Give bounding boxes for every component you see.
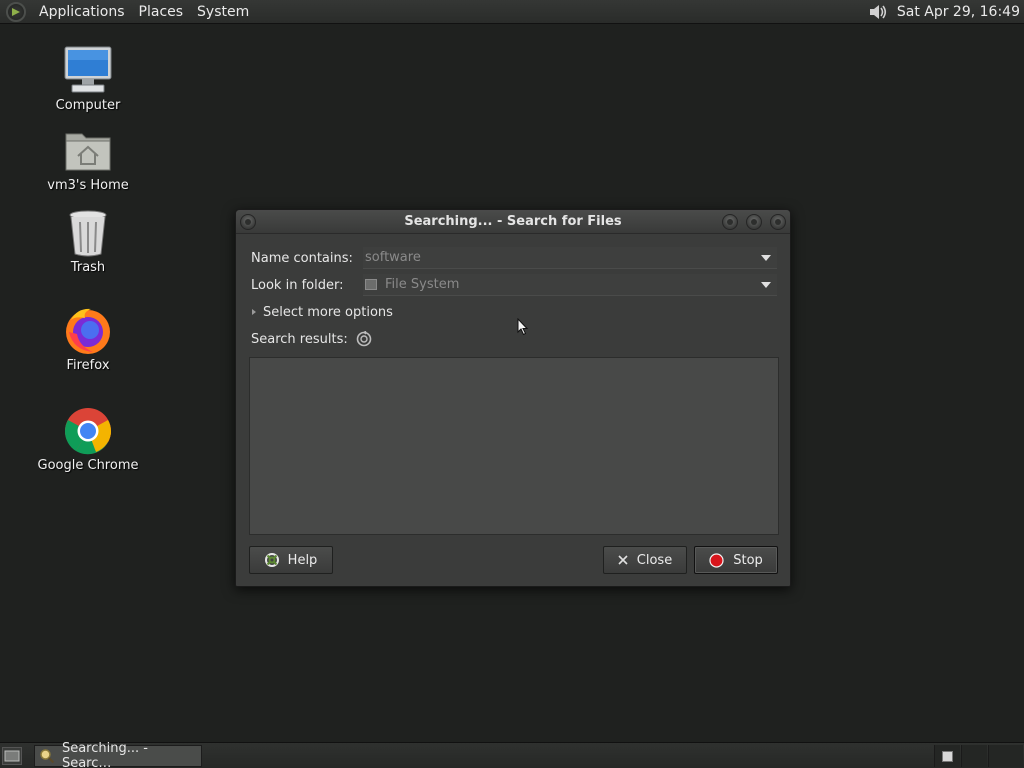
look-in-folder-combo[interactable]: File System [363, 274, 777, 296]
search-icon [40, 749, 55, 764]
stop-button-label: Stop [733, 552, 763, 568]
chrome-icon [64, 408, 111, 455]
workspace-window-icon [942, 751, 953, 762]
expander-arrow-icon[interactable] [252, 309, 256, 315]
search-results-list[interactable] [249, 357, 779, 535]
drive-icon [365, 279, 377, 290]
computer-icon [64, 46, 112, 93]
dialog-title: Searching... - Search for Files [404, 214, 622, 229]
chevron-down-icon[interactable] [761, 255, 771, 261]
more-options-label[interactable]: Select more options [263, 305, 393, 320]
desktop-icon-firefox[interactable]: Firefox [33, 306, 143, 373]
close-icon [618, 555, 628, 565]
desktop-icon-chrome[interactable]: Google Chrome [33, 406, 143, 473]
taskbar-item-label: Searching... - Searc… [61, 741, 148, 768]
top-menu: Applications Places System [0, 0, 256, 24]
minimize-icon[interactable] [722, 214, 738, 230]
look-in-folder-label: Look in folder: [251, 277, 344, 293]
desktop-icon-computer[interactable]: Computer [33, 44, 143, 113]
help-button-label: Help [287, 552, 318, 568]
name-row: Name contains: software [251, 247, 777, 269]
window-menu-icon[interactable] [240, 214, 256, 230]
desktop-icon-label: Computer [55, 98, 121, 113]
top-panel: Applications Places System Sat Apr 29, 1… [0, 0, 1024, 24]
stop-icon [709, 552, 724, 568]
taskbar-item-search[interactable]: Searching... - Searc… [34, 741, 202, 768]
menu-applications[interactable]: Applications [32, 0, 132, 24]
look-in-folder-value: File System [385, 277, 460, 292]
spinner-icon [356, 331, 372, 347]
firefox-icon [66, 308, 110, 354]
menu-system[interactable]: System [190, 0, 256, 24]
desktop-icon-label: vm3's Home [47, 178, 129, 193]
clock[interactable]: Sat Apr 29, 16:49 [897, 4, 1024, 20]
menu-places[interactable]: Places [132, 0, 191, 24]
stop-button[interactable]: Stop [694, 546, 778, 574]
volume-icon[interactable] [867, 1, 889, 23]
help-icon [264, 553, 279, 567]
results-label-row: Search results: [251, 329, 372, 349]
help-button[interactable]: Help [249, 546, 333, 574]
desktop-icon-label: Firefox [66, 358, 110, 373]
dialog-titlebar[interactable]: Searching... - Search for Files [236, 210, 790, 234]
search-results-label: Search results: [251, 331, 348, 347]
desktop-icon-label: Trash [70, 260, 106, 275]
folder-row: Look in folder: File System [251, 274, 777, 296]
distro-logo-icon[interactable] [6, 1, 26, 22]
close-button[interactable]: Close [603, 546, 687, 574]
desktop-icon-trash[interactable]: Trash [33, 208, 143, 275]
workspace-1[interactable] [934, 745, 960, 767]
maximize-icon[interactable] [746, 214, 762, 230]
name-contains-label: Name contains: [251, 250, 353, 266]
desktop-icon-home[interactable]: vm3's Home [33, 126, 143, 193]
trash-icon [69, 210, 107, 257]
bottom-panel: Searching... - Searc… [0, 741, 1024, 768]
mouse-cursor-icon [517, 318, 529, 336]
chevron-down-icon[interactable] [761, 282, 771, 288]
home-folder-icon [65, 133, 111, 171]
name-contains-combo[interactable]: software [363, 247, 777, 269]
workspace-3[interactable] [988, 745, 1023, 767]
more-options-expander[interactable]: Select more options [252, 302, 393, 322]
search-dialog: Searching... - Search for Files Name con… [235, 209, 791, 587]
show-desktop-icon[interactable] [2, 747, 22, 765]
close-window-icon[interactable] [770, 214, 786, 230]
name-contains-value[interactable]: software [365, 250, 421, 265]
desktop-icon-label: Google Chrome [37, 458, 139, 473]
panel-tray: Sat Apr 29, 16:49 [867, 0, 1024, 24]
workspace-2[interactable] [961, 745, 987, 767]
close-button-label: Close [636, 552, 673, 568]
